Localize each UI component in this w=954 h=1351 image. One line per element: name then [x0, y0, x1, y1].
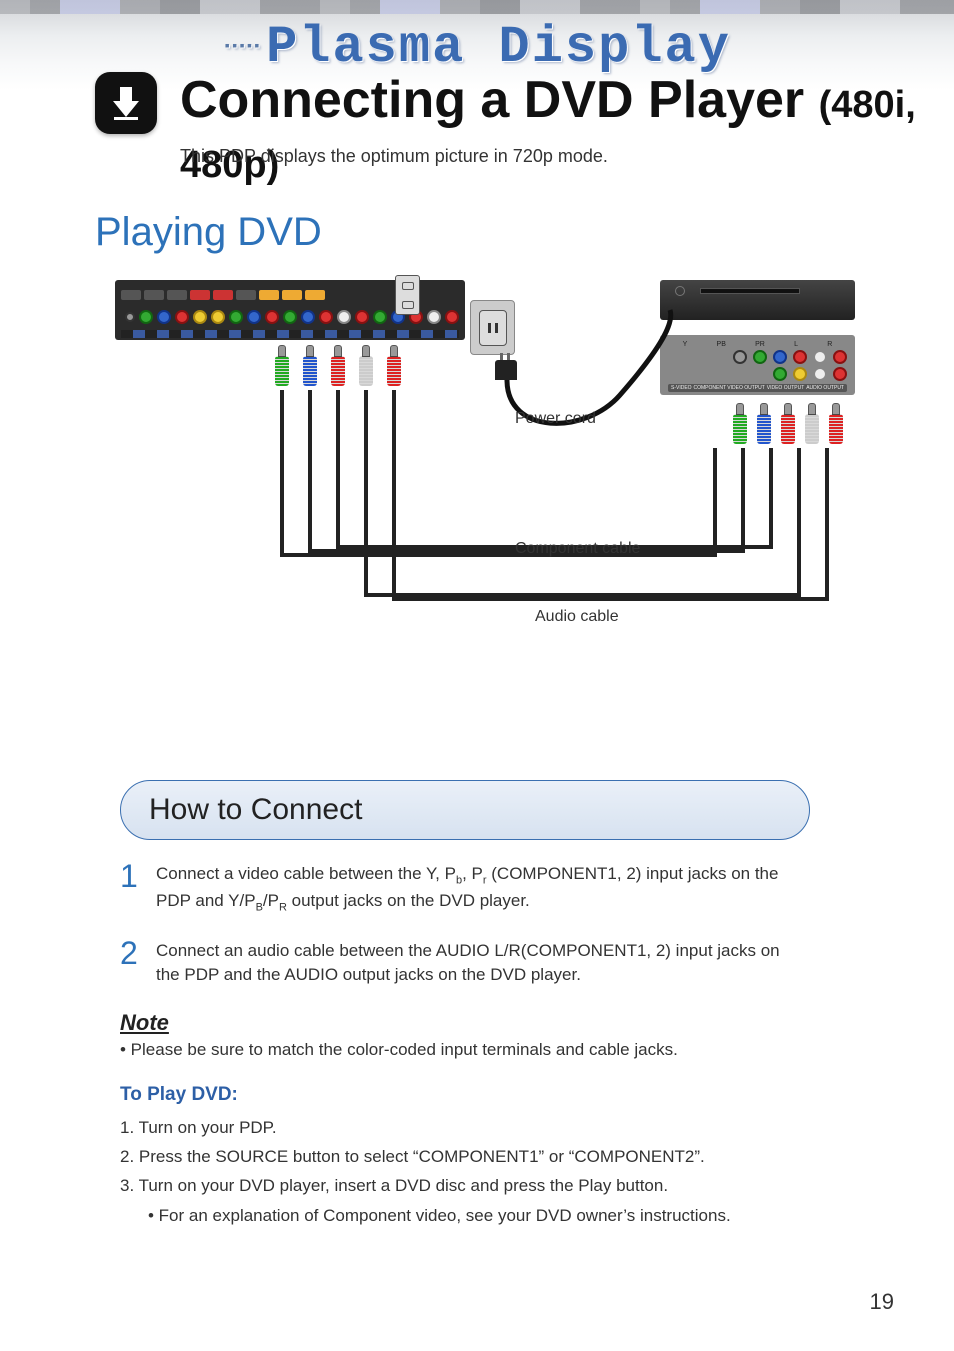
- remote-device: [395, 275, 420, 315]
- howto-pill: How to Connect: [120, 780, 810, 840]
- step-2-num: 2: [120, 939, 140, 988]
- note-heading: Note: [120, 1010, 850, 1036]
- power-cord-label: Power cord: [515, 410, 596, 428]
- howto-title: How to Connect: [149, 793, 362, 827]
- step-2: 2 Connect an audio cable between the AUD…: [120, 939, 850, 988]
- title-main: Connecting a DVD Player: [180, 71, 804, 129]
- dvd-l-label: L: [794, 341, 798, 348]
- dvd-pr-label: PR: [755, 341, 765, 348]
- brand-dots: ▪▪▪▪▪: [223, 39, 260, 55]
- dvd-vid-label: VIDEO OUTPUT: [767, 385, 805, 391]
- dvd-aud-label: AUDIO OUTPUT: [806, 385, 844, 391]
- page-number: 19: [870, 1289, 894, 1315]
- dvd-r-label: R: [827, 341, 832, 348]
- dvd-svideo-label: S-VIDEO: [671, 385, 692, 391]
- pdp-cable-plugs: [275, 345, 401, 390]
- dvd-cable-plugs: [733, 403, 843, 448]
- play-step-3b: • For an explanation of Component video,…: [148, 1202, 850, 1229]
- download-icon: [95, 72, 157, 134]
- step-2-text: Connect an audio cable between the AUDIO…: [156, 939, 806, 988]
- play-heading: To Play DVD:: [120, 1084, 850, 1106]
- dvd-pb-label: PB: [717, 341, 726, 348]
- connection-diagram: Y PB PR L R S-VIDEO COMPONENT VIDEO OUTP…: [115, 275, 855, 635]
- brand-text: Plasma Display: [266, 18, 731, 77]
- dvd-y-label: Y: [683, 341, 688, 348]
- audio-cable-label: Audio cable: [535, 608, 619, 626]
- play-step-2: 2. Press the SOURCE button to select “CO…: [120, 1143, 850, 1170]
- component-cable-label: Component cable: [515, 540, 640, 558]
- step-1: 1 Connect a video cable between the Y, P…: [120, 862, 850, 917]
- dvd-comp-label: COMPONENT VIDEO OUTPUT: [694, 385, 765, 391]
- brand-title: ▪▪▪▪▪ Plasma Display: [0, 18, 954, 77]
- dvd-player-front: [660, 280, 855, 320]
- dvd-player-back: Y PB PR L R S-VIDEO COMPONENT VIDEO OUTP…: [660, 335, 855, 395]
- note-bullet: • Please be sure to match the color-code…: [120, 1040, 850, 1060]
- play-step-3: 3. Turn on your DVD player, insert a DVD…: [120, 1172, 850, 1199]
- header-stripe: [0, 0, 954, 14]
- step-1-text: Connect a video cable between the Y, Pb,…: [156, 862, 806, 917]
- play-steps: 1. Turn on your PDP. 2. Press the SOURCE…: [120, 1114, 850, 1229]
- pdp-label-strip: [121, 330, 459, 338]
- steps-list: 1 Connect a video cable between the Y, P…: [120, 862, 850, 988]
- section-playing: Playing DVD: [95, 210, 322, 255]
- howto-section: How to Connect 1 Connect a video cable b…: [120, 780, 850, 1231]
- power-plug-icon: [495, 360, 517, 380]
- intro-text: This PDP displays the optimum picture in…: [180, 146, 608, 167]
- wall-outlet: [470, 300, 515, 355]
- step-1-num: 1: [120, 862, 140, 917]
- page-title: Connecting a DVD Player (480i, 480p): [180, 70, 954, 190]
- play-step-1: 1. Turn on your PDP.: [120, 1114, 850, 1141]
